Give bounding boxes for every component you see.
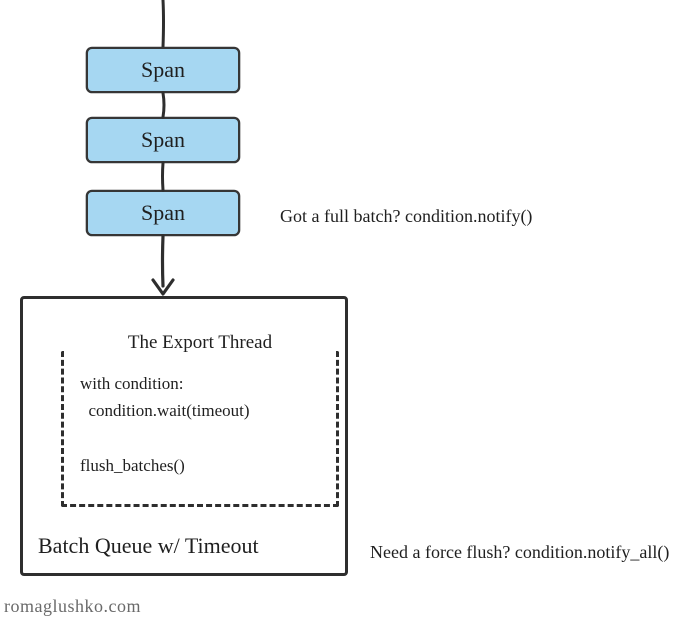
diagram-canvas: Span Span Span Got a full batch? conditi… xyxy=(0,0,680,621)
connector xyxy=(159,163,169,190)
span-box: Span xyxy=(86,117,240,163)
export-thread-title: The Export Thread xyxy=(64,332,336,354)
span-box: Span xyxy=(86,47,240,93)
span-label: Span xyxy=(141,59,185,81)
export-thread-code: with condition: condition.wait(timeout) … xyxy=(80,370,250,479)
span-box: Span xyxy=(86,190,240,236)
arrow-in xyxy=(159,0,169,48)
span-label: Span xyxy=(141,202,185,224)
annotation-full-batch: Got a full batch? condition.notify() xyxy=(280,204,532,228)
export-thread-frame: The Export Thread with condition: condit… xyxy=(61,351,339,507)
attribution: romaglushko.com xyxy=(4,596,141,617)
batch-queue-title: Batch Queue w/ Timeout xyxy=(38,533,259,559)
connector xyxy=(159,93,169,117)
arrow-into-queue xyxy=(148,236,178,298)
batch-queue-box: The Export Thread with condition: condit… xyxy=(20,296,348,576)
span-label: Span xyxy=(141,129,185,151)
annotation-force-flush: Need a force flush? condition.notify_all… xyxy=(370,540,669,564)
